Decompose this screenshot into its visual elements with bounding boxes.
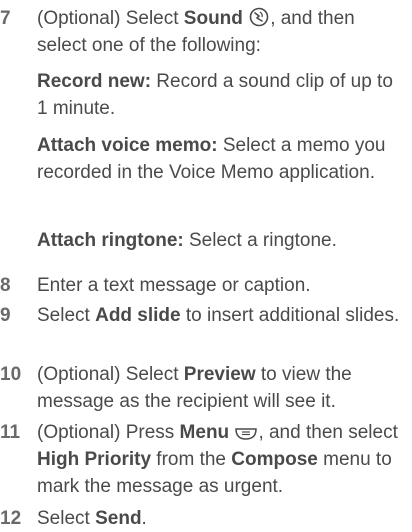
sound-app-icon — [248, 7, 270, 27]
step-text: (Optional) Press Menu , and then select … — [37, 419, 407, 500]
text-fragment: to insert additional slides. — [180, 305, 400, 326]
text-fragment: Press — [120, 422, 180, 443]
compose-term: Compose — [231, 449, 318, 470]
document-page: 7 (Optional) Select Sound , and then sel… — [0, 0, 412, 529]
step-number: 8 — [0, 275, 11, 296]
preview-term: Preview — [183, 364, 256, 385]
option-label: Attach ringtone: — [37, 230, 184, 251]
step-text: Select Add slide to insert additional sl… — [37, 302, 407, 329]
sound-term: Sound — [183, 8, 243, 29]
step-number: 12 — [0, 508, 22, 529]
option-attach-voice-memo: Attach voice memo: Select a memo you rec… — [37, 132, 407, 186]
text-fragment: , and then select — [258, 422, 398, 443]
option-attach-ringtone: Attach ringtone: Select a ringtone. — [37, 227, 407, 254]
high-priority-term: High Priority — [37, 449, 152, 470]
optional-label: (Optional) — [37, 364, 121, 385]
option-label: Attach voice memo: — [37, 135, 218, 156]
text-fragment: Select — [120, 364, 184, 385]
add-slide-term: Add slide — [95, 305, 181, 326]
step-text: Enter a text message or caption. — [37, 275, 311, 296]
step-number: 11 — [0, 422, 21, 443]
text-fragment: Select — [120, 8, 184, 29]
text-fragment: from the — [151, 449, 232, 470]
optional-label: (Optional) — [37, 8, 121, 29]
option-record-new: Record new: Record a sound clip of up to… — [37, 68, 407, 122]
menu-key-icon — [234, 425, 258, 441]
step-text: (Optional) Select Sound , and then selec… — [37, 5, 407, 59]
optional-label: (Optional) — [37, 422, 121, 443]
text-fragment: Select — [37, 305, 96, 326]
option-label: Record new: — [37, 71, 152, 92]
option-text: Select a ringtone. — [183, 230, 337, 251]
step-number: 10 — [0, 364, 22, 385]
step-number: 7 — [0, 8, 11, 29]
step-7: 7 (Optional) Select Sound , and then sel… — [0, 5, 412, 59]
menu-term: Menu — [179, 422, 230, 443]
step-text: Select Send. — [37, 505, 407, 532]
step-number: 9 — [0, 305, 11, 326]
step-text: (Optional) Select Preview to view the me… — [37, 361, 407, 415]
